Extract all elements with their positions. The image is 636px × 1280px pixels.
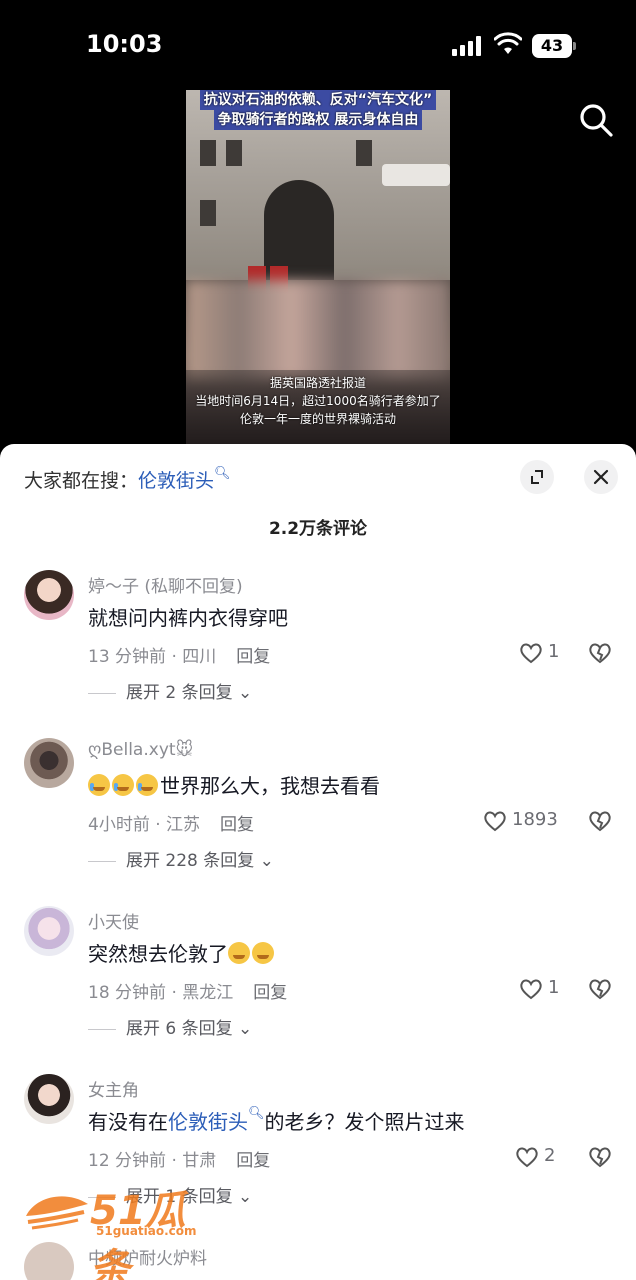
comment-username[interactable]: 女主角 — [88, 1076, 139, 1101]
comment-time-location: 13 分钟前 · 四川 — [88, 647, 217, 667]
comment-meta: 13 分钟前 · 四川 回复 — [88, 642, 270, 667]
crying-emoji-icon — [112, 774, 134, 796]
heart-icon — [484, 811, 506, 832]
dislike-icon[interactable] — [587, 976, 613, 1002]
comment-username[interactable]: 小天使 — [88, 908, 139, 933]
status-bar: 10:03 43 — [0, 0, 636, 90]
reply-button[interactable]: 回复 — [236, 647, 270, 667]
expand-replies[interactable]: 展开 228 条回复 ⌄ — [88, 846, 274, 871]
comment-item: ღBella.xyt🐭 世界那么大，我想去看看 4小时前 · 江苏 回复 1893… — [0, 738, 636, 898]
like-count: 1893 — [512, 809, 558, 830]
hot-search-label: 大家都在搜： — [24, 470, 139, 492]
avatar[interactable] — [24, 1074, 74, 1124]
watermark-url: 51guatiao.com — [96, 1224, 197, 1238]
comment-username[interactable]: ღBella.xyt🐭 — [88, 740, 193, 760]
video-player[interactable]: 抗议对石油的依赖、反对“汽车文化” 争取骑行者的路权 展示身体自由 据英国路透社… — [186, 90, 450, 444]
chevron-down-icon: ⌄ — [259, 851, 274, 871]
reply-button[interactable]: 回复 — [220, 815, 254, 835]
like-count: 2 — [544, 1145, 556, 1166]
comment-time-location: 12 分钟前 · 甘肃 — [88, 1151, 217, 1171]
video-caption-bottom: 据英国路透社报道 当地时间6月14日，超过1000名骑行者参加了 伦敦一年一度的… — [195, 376, 441, 426]
comment-time-location: 4小时前 · 江苏 — [88, 815, 201, 835]
thinking-emoji-icon — [228, 942, 250, 964]
like-count: 1 — [548, 977, 560, 998]
chevron-down-icon: ⌄ — [238, 1187, 253, 1207]
avatar[interactable] — [24, 570, 74, 620]
close-icon — [593, 469, 609, 485]
crying-emoji-icon — [88, 774, 110, 796]
heart-icon — [520, 979, 542, 1000]
chevron-down-icon: ⌄ — [238, 683, 253, 703]
wifi-icon — [494, 32, 522, 54]
avatar[interactable] — [24, 738, 74, 788]
comment-meta: 4小时前 · 江苏 回复 — [88, 810, 254, 835]
signal-icon — [452, 36, 481, 56]
comment-sheet: 大家都在搜：伦敦街头🔍︎ 2.2万条评论 婷～子 (私聊不回复) 就想问内裤内衣… — [0, 444, 636, 1280]
dislike-icon[interactable] — [587, 808, 613, 834]
battery-icon: 43 — [532, 34, 576, 58]
search-icon: 🔍︎ — [248, 1106, 265, 1121]
dislike-icon[interactable] — [587, 1144, 613, 1170]
status-time: 10:03 — [86, 30, 163, 58]
search-icon[interactable] — [576, 100, 616, 140]
reply-button[interactable]: 回复 — [253, 983, 287, 1003]
heart-icon — [516, 1147, 538, 1168]
expand-button[interactable] — [520, 460, 554, 494]
hot-search-keyword[interactable]: 伦敦街头 — [138, 470, 214, 492]
dislike-icon[interactable] — [587, 640, 613, 666]
comment-count: 2.2万条评论 — [268, 519, 368, 539]
expand-replies[interactable]: 展开 2 条回复 ⌄ — [88, 678, 252, 703]
video-caption-top: 抗议对石油的依赖、反对“汽车文化” 争取骑行者的路权 展示身体自由 — [186, 90, 450, 130]
expand-replies[interactable]: 展开 6 条回复 ⌄ — [88, 1014, 252, 1039]
like-count: 1 — [548, 641, 560, 662]
comment-text: 有没有在伦敦街头🔍︎的老乡？发个照片过来 — [88, 1106, 465, 1134]
hot-search[interactable]: 大家都在搜：伦敦街头🔍︎ — [24, 466, 231, 493]
comment-time-location: 18 分钟前 · 黑龙江 — [88, 983, 234, 1003]
avatar[interactable] — [24, 906, 74, 956]
comment-username[interactable]: 婷～子 (私聊不回复) — [88, 572, 243, 597]
thinking-emoji-icon — [252, 942, 274, 964]
reply-button[interactable]: 回复 — [236, 1151, 270, 1171]
comment-keyword-link[interactable]: 伦敦街头 — [168, 1110, 248, 1134]
comment-text: 就想问内裤内衣得穿吧 — [88, 606, 288, 630]
comment-item: 小天使 突然想去伦敦了 18 分钟前 · 黑龙江 回复 1 展开 6 条回复 ⌄ — [0, 906, 636, 1066]
watermark-fish-icon — [26, 1196, 88, 1230]
close-button[interactable] — [584, 460, 618, 494]
comment-meta: 18 分钟前 · 黑龙江 回复 — [88, 978, 287, 1003]
expand-icon — [531, 470, 543, 484]
comment-text: 世界那么大，我想去看看 — [88, 770, 380, 799]
comment-meta: 12 分钟前 · 甘肃 回复 — [88, 1146, 270, 1171]
comment-text: 突然想去伦敦了 — [88, 938, 276, 967]
heart-icon — [520, 643, 542, 664]
battery-level: 43 — [532, 34, 572, 58]
search-icon: 🔍︎ — [214, 466, 231, 481]
crying-emoji-icon — [136, 774, 158, 796]
watermark-logo: 51瓜条 51guatiao.com — [22, 1178, 222, 1280]
comment-item: 婷～子 (私聊不回复) 就想问内裤内衣得穿吧 13 分钟前 · 四川 回复 1 展… — [0, 570, 636, 730]
chevron-down-icon: ⌄ — [238, 1019, 253, 1039]
